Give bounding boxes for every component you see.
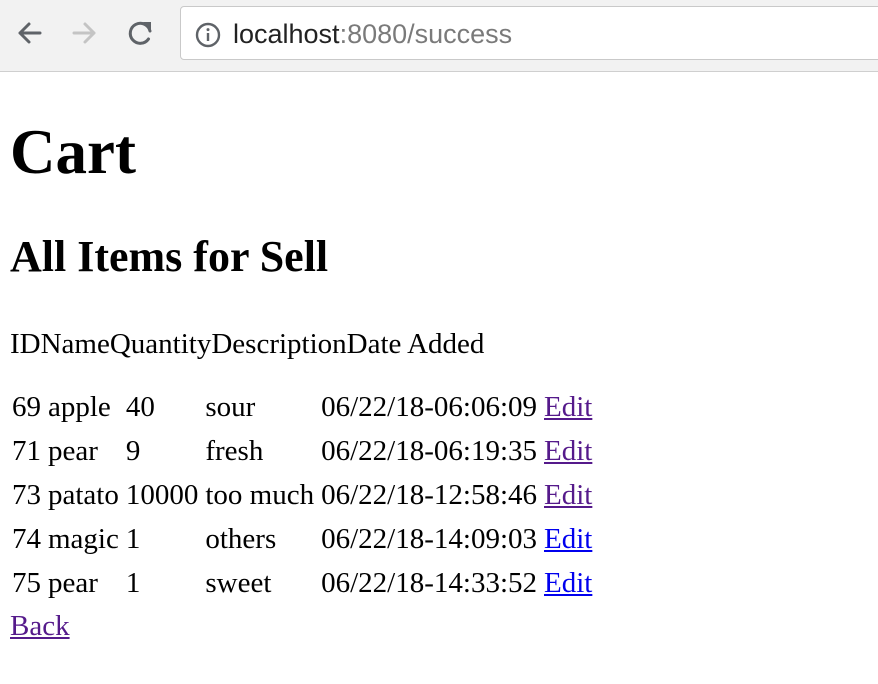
cell-id: 71 — [12, 434, 41, 467]
cell-quantity: 1 — [125, 566, 141, 599]
table-header: IDNameQuantityDescriptionDate Added — [10, 327, 484, 361]
cell-quantity: 10000 — [125, 478, 199, 511]
header-name: Name — [40, 328, 110, 360]
url-text[interactable]: localhost:8080/success — [233, 19, 512, 49]
table-row: 73 patato 10000 too much 06/22/18-12:58:46 Ed… — [10, 473, 594, 517]
arrow-left-icon — [18, 22, 42, 44]
cell-description: sweet — [205, 566, 272, 599]
cell-description: too much — [205, 478, 315, 511]
page-title: Cart — [10, 117, 136, 187]
cell-name: magic — [48, 522, 119, 555]
edit-link[interactable]: Edit — [544, 391, 592, 423]
info-icon[interactable] — [195, 22, 221, 48]
cell-action: Edit — [542, 429, 594, 473]
header-id: ID — [10, 328, 41, 360]
table-row: 69 apple 40 sour 06/22/18-06:06:09 Edit — [10, 385, 594, 429]
cell-description: others — [205, 522, 277, 555]
cell-name: patato — [48, 478, 119, 511]
edit-link[interactable]: Edit — [544, 479, 592, 511]
header-quantity: Quantity — [109, 328, 212, 360]
items-table: 69 apple 40 sour 06/22/18-06:06:09 Edit 71 pear… — [7, 385, 597, 605]
url-path: :8080/success — [339, 19, 513, 49]
cell-action: Edit — [542, 517, 594, 561]
cell-description: sour — [205, 390, 256, 423]
cell-description: fresh — [205, 434, 264, 467]
header-description: Description — [211, 328, 347, 360]
cell-date: 06/22/18-06:06:09 — [321, 390, 537, 423]
reload-button[interactable] — [126, 18, 156, 48]
cell-quantity: 9 — [125, 434, 141, 467]
cell-action: Edit — [542, 385, 594, 429]
edit-link[interactable]: Edit — [544, 435, 592, 467]
cell-id: 75 — [12, 566, 41, 599]
cell-date: 06/22/18-14:33:52 — [321, 566, 537, 599]
url-host: localhost — [233, 19, 340, 49]
back-button[interactable] — [14, 18, 44, 48]
cell-id: 73 — [12, 478, 41, 511]
table-row: 74 magic 1 others 06/22/18-14:09:03 Edit — [10, 517, 594, 561]
cell-quantity: 1 — [125, 522, 141, 555]
table-row: 75 pear 1 sweet 06/22/18-14:33:52 Edit — [10, 561, 594, 605]
cell-id: 69 — [12, 390, 41, 423]
cell-name: apple — [48, 390, 111, 423]
cell-id: 74 — [12, 522, 41, 555]
forward-button[interactable] — [70, 18, 100, 48]
cell-name: pear — [48, 566, 98, 599]
cell-date: 06/22/18-12:58:46 — [321, 478, 537, 511]
cell-name: pear — [48, 434, 98, 467]
cell-action: Edit — [542, 473, 594, 517]
reload-icon — [128, 21, 152, 45]
arrow-right-icon — [72, 22, 96, 44]
header-date-added: Date Added — [346, 328, 485, 360]
back-link[interactable]: Back — [10, 606, 70, 646]
edit-link[interactable]: Edit — [544, 523, 592, 555]
cell-action: Edit — [542, 561, 594, 605]
browser-toolbar: localhost:8080/success — [0, 0, 878, 72]
cell-date: 06/22/18-14:09:03 — [321, 522, 537, 555]
cell-quantity: 40 — [125, 390, 155, 423]
address-bar[interactable]: localhost:8080/success — [180, 6, 878, 60]
table-row: 71 pear 9 fresh 06/22/18-06:19:35 Edit — [10, 429, 594, 473]
cell-date: 06/22/18-06:19:35 — [321, 434, 537, 467]
edit-link[interactable]: Edit — [544, 567, 592, 599]
section-title: All Items for Sell — [10, 232, 329, 281]
